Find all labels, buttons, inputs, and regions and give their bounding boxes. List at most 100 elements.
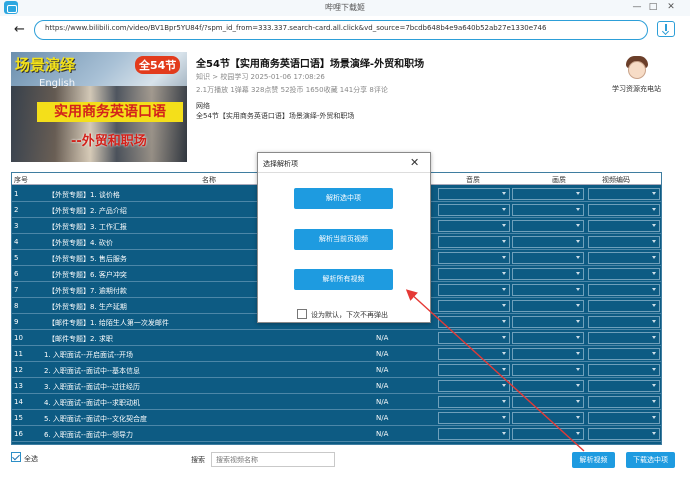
maximize-icon[interactable]: □ [646, 1, 660, 14]
video-quality-select[interactable] [512, 316, 584, 328]
row-index: 16 [14, 430, 23, 438]
video-quality-select[interactable] [512, 300, 584, 312]
video-stats: 2.1万播放 1弹幕 328点赞 52投币 1650收藏 141分享 8评论 [196, 86, 388, 94]
remember-label: 设为默认，下次不再弹出 [311, 311, 388, 319]
cover-badge: 全54节 [135, 56, 181, 74]
video-quality-select[interactable] [512, 412, 584, 424]
table-row[interactable]: 10 【邮件专题】2. 求职 N/A [12, 330, 661, 346]
video-quality-select[interactable] [512, 396, 584, 408]
video-quality-select[interactable] [512, 252, 584, 264]
audio-quality-select[interactable] [438, 300, 510, 312]
row-index: 4 [14, 238, 19, 246]
table-row[interactable]: 12 2. 入职面试--面试中--基本信息 N/A [12, 362, 661, 378]
select-all-checkbox[interactable] [11, 452, 21, 462]
row-name: 【邮件专题】1. 给陌生人第一次发邮件 [48, 319, 169, 327]
row-name: 【外贸专题】2. 产品介绍 [48, 207, 127, 215]
row-index: 14 [14, 398, 23, 406]
download-icon[interactable] [657, 21, 675, 37]
audio-quality-select[interactable] [438, 236, 510, 248]
url-bar[interactable] [34, 20, 648, 40]
video-codec-select[interactable] [588, 380, 660, 392]
audio-quality-select[interactable] [438, 428, 510, 440]
download-selected-button[interactable]: 下载选中项 [626, 452, 675, 468]
dialog-close-icon[interactable]: ✕ [410, 156, 419, 169]
row-index: 7 [14, 286, 19, 294]
row-index: 2 [14, 206, 19, 214]
video-codec-select[interactable] [588, 220, 660, 232]
audio-quality-select[interactable] [438, 396, 510, 408]
video-quality-select[interactable] [512, 348, 584, 360]
header-index: 序号 [14, 176, 28, 184]
video-codec-select[interactable] [588, 300, 660, 312]
video-codec-select[interactable] [588, 364, 660, 376]
audio-quality-select[interactable] [438, 364, 510, 376]
row-name: 【外贸专题】8. 生产延期 [48, 303, 127, 311]
search-label: 搜索 [191, 456, 205, 464]
audio-quality-select[interactable] [438, 332, 510, 344]
audio-quality-select[interactable] [438, 316, 510, 328]
audio-quality-select[interactable] [438, 204, 510, 216]
close-icon[interactable]: ✕ [664, 1, 678, 14]
row-index: 9 [14, 318, 19, 326]
video-title: 全54节【实用商务英语口语】场景演绎-外贸和职场 [196, 59, 425, 70]
cover-english: English [39, 78, 76, 89]
row-index: 12 [14, 366, 23, 374]
back-arrow-icon[interactable]: ← [14, 22, 25, 37]
row-name: 4. 入职面试--面试中--求职动机 [44, 399, 141, 407]
parse-selected-button[interactable]: 解析选中项 [294, 188, 393, 209]
video-quality-select[interactable] [512, 236, 584, 248]
row-name: 5. 入职面试--面试中--文化契合度 [44, 415, 148, 423]
video-quality-select[interactable] [512, 268, 584, 280]
parse-all-button[interactable]: 解析所有视频 [294, 269, 393, 290]
video-part-title: 全54节【实用商务英语口语】场景演绎-外贸和职场 [196, 112, 355, 120]
cover-photo [11, 86, 187, 162]
uploader-name[interactable]: 学习资源充电站 [612, 84, 661, 94]
video-codec-select[interactable] [588, 188, 660, 200]
video-quality-select[interactable] [512, 428, 584, 440]
parse-video-button[interactable]: 解析视频 [572, 452, 615, 468]
audio-quality-select[interactable] [438, 380, 510, 392]
video-quality-select[interactable] [512, 380, 584, 392]
row-name: 【外贸专题】1. 谈价格 [48, 191, 120, 199]
row-name: 【外贸专题】4. 砍价 [48, 239, 113, 247]
video-quality-select[interactable] [512, 332, 584, 344]
search-input[interactable] [211, 452, 335, 467]
row-index: 3 [14, 222, 19, 230]
video-codec-select[interactable] [588, 332, 660, 344]
audio-quality-select[interactable] [438, 188, 510, 200]
audio-quality-select[interactable] [438, 268, 510, 280]
video-codec-select[interactable] [588, 252, 660, 264]
video-cover: 场景演绎 全54节 English 实用商务英语口语 --外贸和职场 [11, 52, 187, 162]
table-row[interactable]: 16 6. 入职面试--面试中--领导力 N/A [12, 426, 661, 442]
url-input[interactable] [45, 24, 635, 32]
video-codec-select[interactable] [588, 204, 660, 216]
video-codec-select[interactable] [588, 236, 660, 248]
video-quality-select[interactable] [512, 220, 584, 232]
video-codec-select[interactable] [588, 428, 660, 440]
audio-quality-select[interactable] [438, 252, 510, 264]
row-index: 8 [14, 302, 19, 310]
video-codec-select[interactable] [588, 284, 660, 296]
minimize-icon[interactable]: — [630, 1, 644, 14]
video-part-label: 网络 [196, 102, 210, 110]
audio-quality-select[interactable] [438, 220, 510, 232]
video-quality-select[interactable] [512, 188, 584, 200]
video-codec-select[interactable] [588, 396, 660, 408]
video-quality-select[interactable] [512, 284, 584, 296]
video-codec-select[interactable] [588, 268, 660, 280]
video-quality-select[interactable] [512, 204, 584, 216]
audio-quality-select[interactable] [438, 284, 510, 296]
table-row[interactable]: 11 1. 入职面试--开启面试--开场 N/A [12, 346, 661, 362]
table-row[interactable]: 14 4. 入职面试--面试中--求职动机 N/A [12, 394, 661, 410]
uploader-avatar[interactable] [622, 53, 652, 81]
audio-quality-select[interactable] [438, 412, 510, 424]
video-codec-select[interactable] [588, 316, 660, 328]
video-codec-select[interactable] [588, 412, 660, 424]
remember-checkbox[interactable] [297, 309, 307, 319]
parse-current-page-button[interactable]: 解析当前页视频 [294, 229, 393, 250]
video-codec-select[interactable] [588, 348, 660, 360]
table-row[interactable]: 13 3. 入职面试--面试中--过往经历 N/A [12, 378, 661, 394]
table-row[interactable]: 15 5. 入职面试--面试中--文化契合度 N/A [12, 410, 661, 426]
audio-quality-select[interactable] [438, 348, 510, 360]
video-quality-select[interactable] [512, 364, 584, 376]
